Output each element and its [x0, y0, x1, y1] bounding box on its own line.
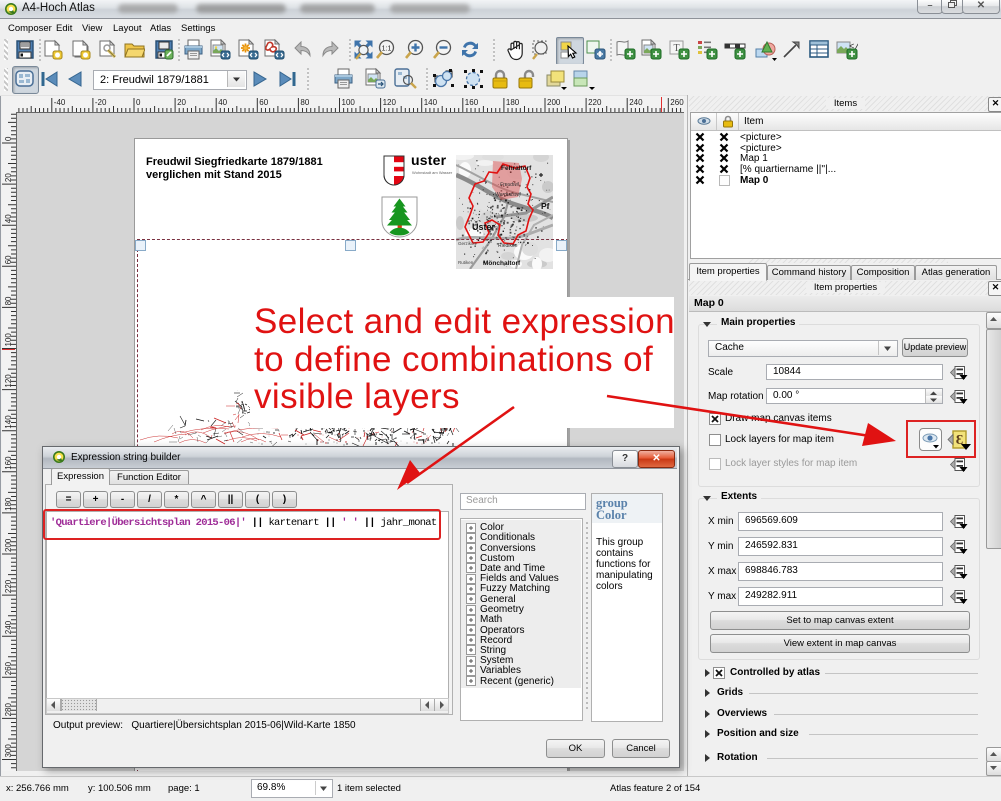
svg-text:260: 260 — [670, 98, 684, 107]
svg-text:220: 220 — [588, 98, 602, 107]
svg-text:120: 120 — [4, 374, 13, 388]
svg-text:Wermatswil: Wermatswil — [495, 192, 522, 198]
svg-text:-40: -40 — [54, 98, 66, 107]
svg-text:40: 40 — [218, 98, 227, 107]
svg-text:20: 20 — [4, 173, 13, 182]
svg-text:260: 260 — [4, 661, 13, 675]
svg-text:80: 80 — [300, 98, 309, 107]
svg-text:200: 200 — [4, 538, 13, 552]
svg-text:80: 80 — [4, 296, 13, 305]
svg-text:Uster: Uster — [472, 222, 496, 232]
svg-text:140: 140 — [424, 98, 438, 107]
svg-text:100: 100 — [4, 333, 13, 347]
svg-text:140: 140 — [4, 415, 13, 429]
svg-text:120: 120 — [383, 98, 397, 107]
svg-text:60: 60 — [4, 255, 13, 264]
svg-text:40: 40 — [4, 214, 13, 223]
svg-text:0: 0 — [4, 136, 13, 141]
svg-text:Freudwil: Freudwil — [500, 182, 520, 188]
svg-text:0: 0 — [136, 98, 141, 107]
svg-text:Ɛ: Ɛ — [956, 433, 963, 448]
svg-text:Fehraltorf: Fehraltorf — [501, 165, 532, 172]
svg-text:160: 160 — [465, 98, 479, 107]
svg-text:60: 60 — [259, 98, 268, 107]
svg-text:180: 180 — [506, 98, 520, 107]
svg-text:160: 160 — [4, 456, 13, 470]
svg-text:200: 200 — [547, 98, 561, 107]
svg-text:100: 100 — [342, 98, 356, 107]
svg-text:180: 180 — [4, 497, 13, 511]
svg-text:300: 300 — [4, 744, 13, 758]
svg-text:20: 20 — [177, 98, 186, 107]
svg-text:Pf: Pf — [541, 201, 550, 211]
svg-text:280: 280 — [4, 703, 13, 717]
svg-text:-20: -20 — [95, 98, 107, 107]
svg-text:240: 240 — [4, 620, 13, 634]
svg-text:1:1: 1:1 — [382, 46, 392, 53]
svg-text:220: 220 — [4, 579, 13, 593]
svg-text:240: 240 — [629, 98, 643, 107]
